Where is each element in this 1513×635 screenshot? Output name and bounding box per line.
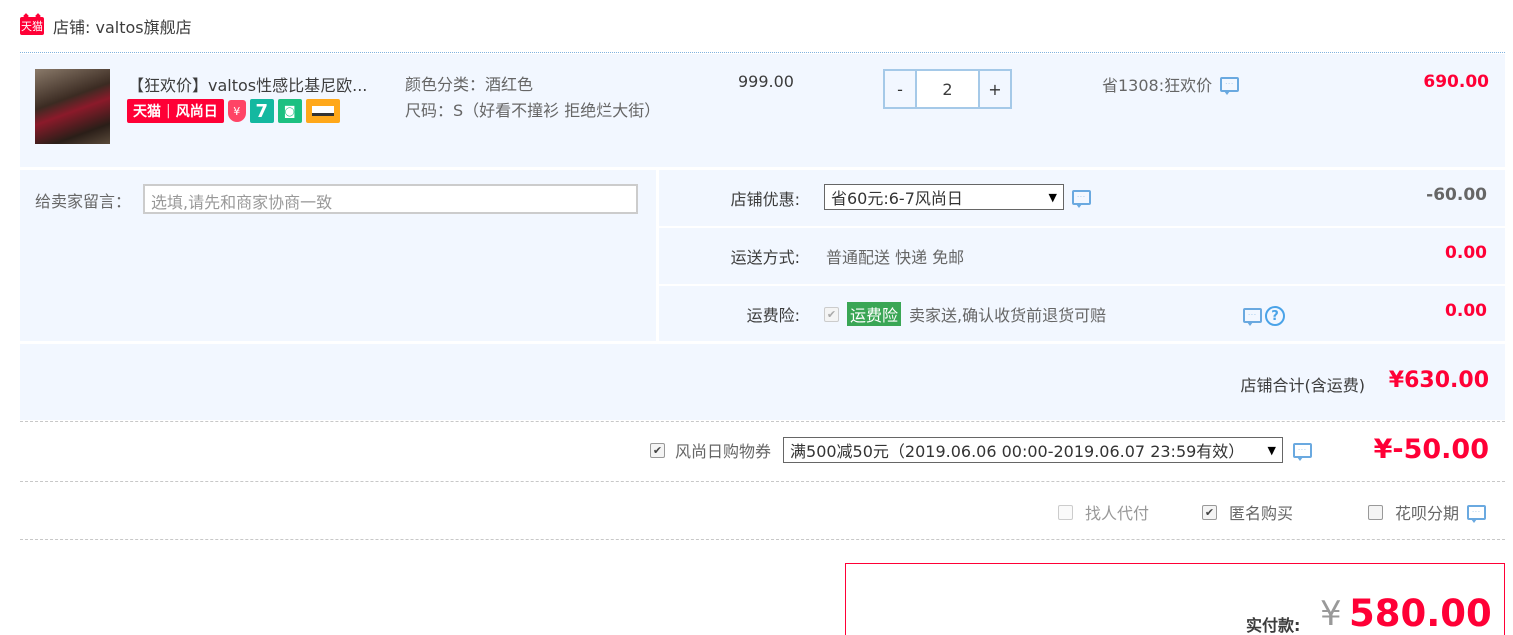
payment-label: 实付款: [1246, 616, 1301, 635]
dropdown-arrow-icon: ▼ [1048, 190, 1057, 204]
chat-icon[interactable]: ··· [1467, 504, 1487, 523]
anonymous-checkbox[interactable]: ✔ [1202, 504, 1217, 520]
payment-summary: 实付款: ¥ 580.00 [845, 563, 1505, 635]
shipping-method: 普通配送 快递 免邮 [826, 248, 965, 267]
tmall-badge-label: 天猫 [133, 104, 161, 120]
store-discount-select[interactable]: 省60元:6-7风尚日 ▼ [824, 184, 1064, 210]
divider [20, 481, 1505, 482]
shop-name[interactable]: 店铺: valtos旗舰店 [53, 14, 192, 38]
seven-day-return-icon[interactable]: 7 [249, 99, 274, 123]
camera-icon[interactable]: ◙ [277, 99, 302, 123]
chat-icon[interactable]: ··· [1220, 76, 1240, 95]
message-label: 给卖家留言： [35, 192, 132, 211]
store-discount-selected: 省60元:6-7风尚日 [831, 189, 963, 208]
coupon-row: ✔ 风尚日购物券 满500减50元（2019.06.06 00:00-2019.… [650, 437, 1313, 463]
store-total-row: 店铺合计(含运费) ¥630.00 [20, 344, 1505, 420]
shop-divider [20, 52, 1505, 53]
shipping-row: 运送方式: 普通配送 快递 免邮 0.00 [659, 228, 1505, 284]
anonymous-option: ✔ 匿名购买 [1202, 500, 1293, 524]
payment-amount: 580.00 [1349, 592, 1492, 635]
credit-card-icon[interactable] [305, 99, 340, 123]
promotion-text: 省1308:狂欢价 [1102, 76, 1213, 95]
insurance-tag: 运费险 [847, 302, 902, 326]
quantity-decrease-button[interactable]: - [885, 71, 915, 107]
insurance-checkbox[interactable]: ✔ [824, 306, 839, 322]
insurance-fee: 0.00 [1445, 301, 1487, 321]
proxy-pay-option: 找人代付 [1058, 500, 1149, 524]
product-title[interactable]: 【狂欢价】valtos性感比基尼欧... [128, 72, 367, 96]
chat-icon[interactable]: ··· [1293, 442, 1313, 461]
insurance-option: ✔ 运费险 卖家送,确认收货前退货可赔 [824, 302, 1106, 326]
coupon-label: 风尚日购物券 [675, 442, 772, 461]
help-icon[interactable]: ? [1265, 306, 1285, 326]
order-options: 给卖家留言： 选填,请先和商家协商一致 店铺优惠: 省60元:6-7风尚日 ▼ … [20, 170, 1505, 343]
shipping-label: 运送方式: [730, 248, 800, 267]
unit-price: 999.00 [738, 72, 794, 91]
currency-symbol: ¥ [1320, 594, 1342, 634]
installment-label: 花呗分期 [1395, 504, 1460, 523]
anonymous-label: 匿名购买 [1229, 504, 1294, 523]
product-thumbnail[interactable] [35, 69, 110, 144]
sku-size: 尺码：S（好看不撞衫 拒绝烂大街） [405, 101, 661, 120]
tmall-icon: 天猫 [20, 17, 44, 35]
divider [20, 539, 1505, 540]
sku-color: 颜色分类：酒红色 [405, 75, 534, 94]
dropdown-arrow-icon: ▼ [1267, 443, 1277, 457]
tmall-fashion-day-badge[interactable]: 天猫 | 风尚日 [127, 99, 224, 123]
message-panel: 给卖家留言： 选填,请先和商家协商一致 [20, 170, 656, 341]
chat-icon[interactable]: ··· [1243, 308, 1262, 326]
quantity-increase-button[interactable]: + [980, 71, 1010, 107]
coupon-discount-value: ¥-50.00 [1373, 434, 1489, 465]
order-item-row: 【狂欢价】valtos性感比基尼欧... 天猫 | 风尚日 ¥ 7 ◙ 颜色分类… [20, 54, 1505, 167]
insurance-label: 运费险: [746, 306, 800, 325]
shipping-fee: 0.00 [1445, 243, 1487, 263]
installment-option: 花呗分期 ··· [1368, 500, 1487, 524]
quantity-input[interactable]: 2 [915, 71, 980, 107]
store-discount-label: 店铺优惠: [730, 190, 800, 209]
proxy-pay-checkbox[interactable] [1058, 504, 1073, 520]
quantity-stepper: - 2 + [883, 69, 1012, 109]
installment-checkbox[interactable] [1368, 504, 1383, 520]
coupon-select[interactable]: 满500减50元（2019.06.06 00:00-2019.06.07 23:… [783, 437, 1284, 463]
coupon-selected: 满500减50元（2019.06.06 00:00-2019.06.07 23:… [790, 442, 1245, 461]
coupon-checkbox[interactable]: ✔ [650, 442, 665, 458]
insurance-description: 卖家送,确认收货前退货可赔 [909, 306, 1107, 325]
store-total-label: 店铺合计(含运费) [1240, 376, 1366, 395]
shop-header: 天猫 店铺: valtos旗舰店 [20, 14, 192, 38]
proxy-pay-label: 找人代付 [1085, 504, 1150, 523]
store-discount-row: 店铺优惠: 省60元:6-7风尚日 ▼ ··· -60.00 [659, 170, 1505, 226]
shipping-insurance-row: 运费险: ✔ 运费险 卖家送,确认收货前退货可赔 ··· ? 0.00 [659, 286, 1505, 341]
store-discount-value: -60.00 [1426, 185, 1487, 205]
promotion-info: 省1308:狂欢价 ··· [1102, 72, 1240, 96]
divider [20, 421, 1505, 422]
seller-message-input[interactable]: 选填,请先和商家协商一致 [143, 184, 638, 214]
badge-separator: | [166, 103, 171, 119]
fashion-day-badge-label: 风尚日 [175, 104, 218, 120]
sku-info: 颜色分类：酒红色 尺码：S（好看不撞衫 拒绝烂大街） [405, 72, 665, 124]
item-subtotal: 690.00 [1423, 72, 1489, 92]
service-badges: 天猫 | 风尚日 ¥ 7 ◙ [127, 99, 340, 123]
store-total-value: ¥630.00 [1388, 368, 1489, 393]
shield-icon[interactable]: ¥ [227, 100, 246, 122]
chat-icon[interactable]: ··· [1072, 190, 1091, 208]
